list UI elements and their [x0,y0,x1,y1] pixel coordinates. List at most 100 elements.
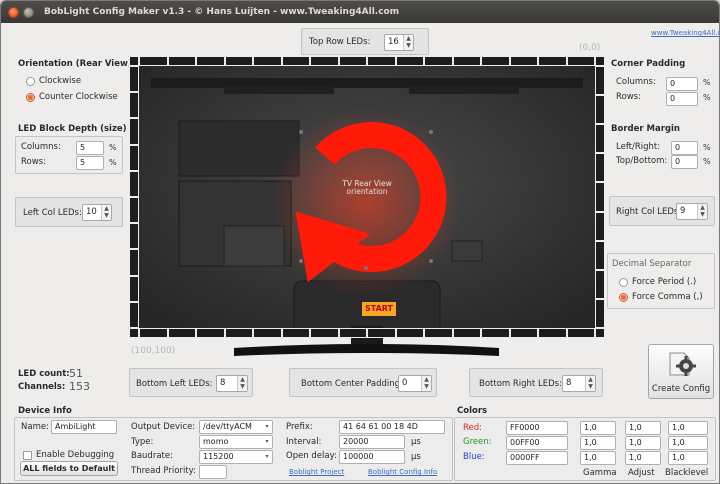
led-depth-columns-label: Columns: [21,142,61,152]
led-cell-right [595,153,605,183]
border-margin-lr-input[interactable]: 0 [671,141,698,155]
prefix-label: Prefix: [286,422,313,432]
create-config-label: Create Config [651,384,711,394]
led-cell-top [253,56,282,66]
led-cell-right [595,211,605,241]
led-cell-top [452,56,481,66]
led-depth-title: LED Block Depth (size) [18,124,127,134]
led-cell-top [509,56,538,66]
led-cell-bottom-left [338,328,367,338]
title-bar: BobLight Config Maker v1.3 - © Hans Luij… [1,1,719,23]
right-col-spinner[interactable]: 9 ▲ ▼ [676,203,708,220]
create-config-button[interactable]: Create Config [648,344,714,399]
prefix-input[interactable]: 41 64 61 00 18 4D [339,420,445,434]
boblight-config-info-link[interactable]: Boblight Config Info [368,468,437,476]
all-default-button[interactable]: ALL fields to Default [20,461,118,476]
spinner-arrows-icon[interactable]: ▲ ▼ [585,376,595,391]
spinner-arrows-icon[interactable]: ▲ ▼ [697,204,707,219]
chevron-down-icon[interactable]: ▾ [262,451,272,463]
radio-force-period[interactable] [619,278,628,287]
interval-input[interactable]: 20000 [339,435,405,449]
blue-label: Blue: [463,452,485,462]
chevron-down-icon[interactable]: ▾ [262,436,272,448]
app-window: BobLight Config Maker v1.3 - © Hans Luij… [0,0,720,484]
left-col-group: Left Col LEDs: 10 ▲ ▼ [15,197,123,227]
red-label: Red: [463,423,483,433]
left-col-value: 10 [86,207,97,217]
output-device-label: Output Device: [131,422,196,432]
right-col-label: Right Col LEDs: [616,207,682,217]
blacklevel-green-input[interactable]: 1,0 [668,436,708,450]
led-cell-right [595,124,605,154]
radio-counter-clockwise[interactable] [26,93,35,102]
led-cell-bottom-left [253,328,282,338]
enable-debug-checkbox[interactable] [23,451,32,460]
output-device-select[interactable]: /dev/ttyACM ▾ [199,420,273,434]
led-cell-bottom-right [566,328,595,338]
thread-priority-label: Thread Priority: [131,466,196,476]
gamma-red-input[interactable]: 1,0 [580,421,616,435]
orientation-option-counter-clockwise[interactable]: Counter Clockwise [39,92,118,102]
led-cell-top [395,56,424,66]
orientation-title: Orientation (Rear View) [18,59,132,69]
channels-label: Channels: [18,382,66,392]
led-cell-right [595,95,605,125]
type-select[interactable]: momo ▾ [199,435,273,449]
left-col-spinner[interactable]: 10 ▲ ▼ [82,204,112,221]
decimal-group: Decimal Separator Force Period (.) Force… [607,253,715,309]
led-cell-right [595,298,605,328]
green-input[interactable]: 00FF00 [506,436,568,450]
gamma-blue-input[interactable]: 1,0 [580,451,616,465]
device-name-input[interactable]: AmbiLight [51,420,117,434]
type-label: Type: [131,437,154,447]
blacklevel-red-input[interactable]: 1,0 [668,421,708,435]
decimal-option-period[interactable]: Force Period (.) [632,277,696,287]
led-cell-bottom-right [424,328,453,338]
corner-padding-columns-input[interactable]: 0 [666,77,698,91]
orientation-option-clockwise[interactable]: Clockwise [39,76,81,86]
tweaking4all-link[interactable]: www.Tweaking4All.com [651,29,719,37]
decimal-option-comma[interactable]: Force Comma (,) [632,292,703,302]
tv-preview: TV Rear View orientation START [129,56,605,356]
bottom-center-spinner[interactable]: 0 ▲ ▼ [398,375,432,392]
baudrate-select[interactable]: 115200 ▾ [199,450,273,464]
chevron-down-icon[interactable]: ▾ [262,421,272,433]
led-depth-rows-input[interactable]: 5 [76,156,104,170]
close-icon[interactable] [8,6,19,18]
border-margin-tb-input[interactable]: 0 [671,155,698,169]
thread-priority-input[interactable] [199,465,227,479]
enable-debug-label[interactable]: Enable Debugging [36,450,114,460]
window-title: BobLight Config Maker v1.3 - © Hans Luij… [44,7,400,17]
device-info-title: Device Info [18,406,72,416]
led-cell-left [129,197,139,224]
spinner-arrows-icon[interactable]: ▲ ▼ [237,376,247,391]
gamma-green-input[interactable]: 1,0 [580,436,616,450]
led-corner-br [595,328,605,338]
spinner-arrows-icon[interactable]: ▲ ▼ [421,376,431,391]
border-margin-lr-unit: % [703,143,711,152]
blacklevel-blue-input[interactable]: 1,0 [668,451,708,465]
red-input[interactable]: FF0000 [506,421,568,435]
bottom-left-spinner[interactable]: 8 ▲ ▼ [216,375,248,392]
bottom-right-spinner[interactable]: 8 ▲ ▼ [562,375,596,392]
interval-label: Interval: [286,437,322,447]
led-cell-bottom-left [139,328,168,338]
radio-force-comma[interactable] [619,293,628,302]
right-col-group: Right Col LEDs: 9 ▲ ▼ [609,196,715,226]
top-row-spinner[interactable]: 16 ▲ ▼ [384,34,414,51]
radio-clockwise[interactable] [26,77,35,86]
corner-padding-rows-input[interactable]: 0 [666,92,698,106]
adjust-green-input[interactable]: 1,0 [625,436,661,450]
border-margin-tb-unit: % [703,157,711,166]
led-depth-columns-input[interactable]: 5 [76,141,104,155]
adjust-blue-input[interactable]: 1,0 [625,451,661,465]
spinner-arrows-icon[interactable]: ▲ ▼ [101,205,111,220]
minimize-icon[interactable] [23,6,34,18]
open-delay-input[interactable]: 100000 [339,450,405,464]
blue-input[interactable]: 0000FF [506,451,568,465]
spinner-arrows-icon[interactable]: ▲ ▼ [403,35,413,50]
led-cell-top [167,56,196,66]
boblight-project-link[interactable]: Boblight Project [289,468,344,476]
adjust-red-input[interactable]: 1,0 [625,421,661,435]
baudrate-value: 115200 [203,452,234,461]
